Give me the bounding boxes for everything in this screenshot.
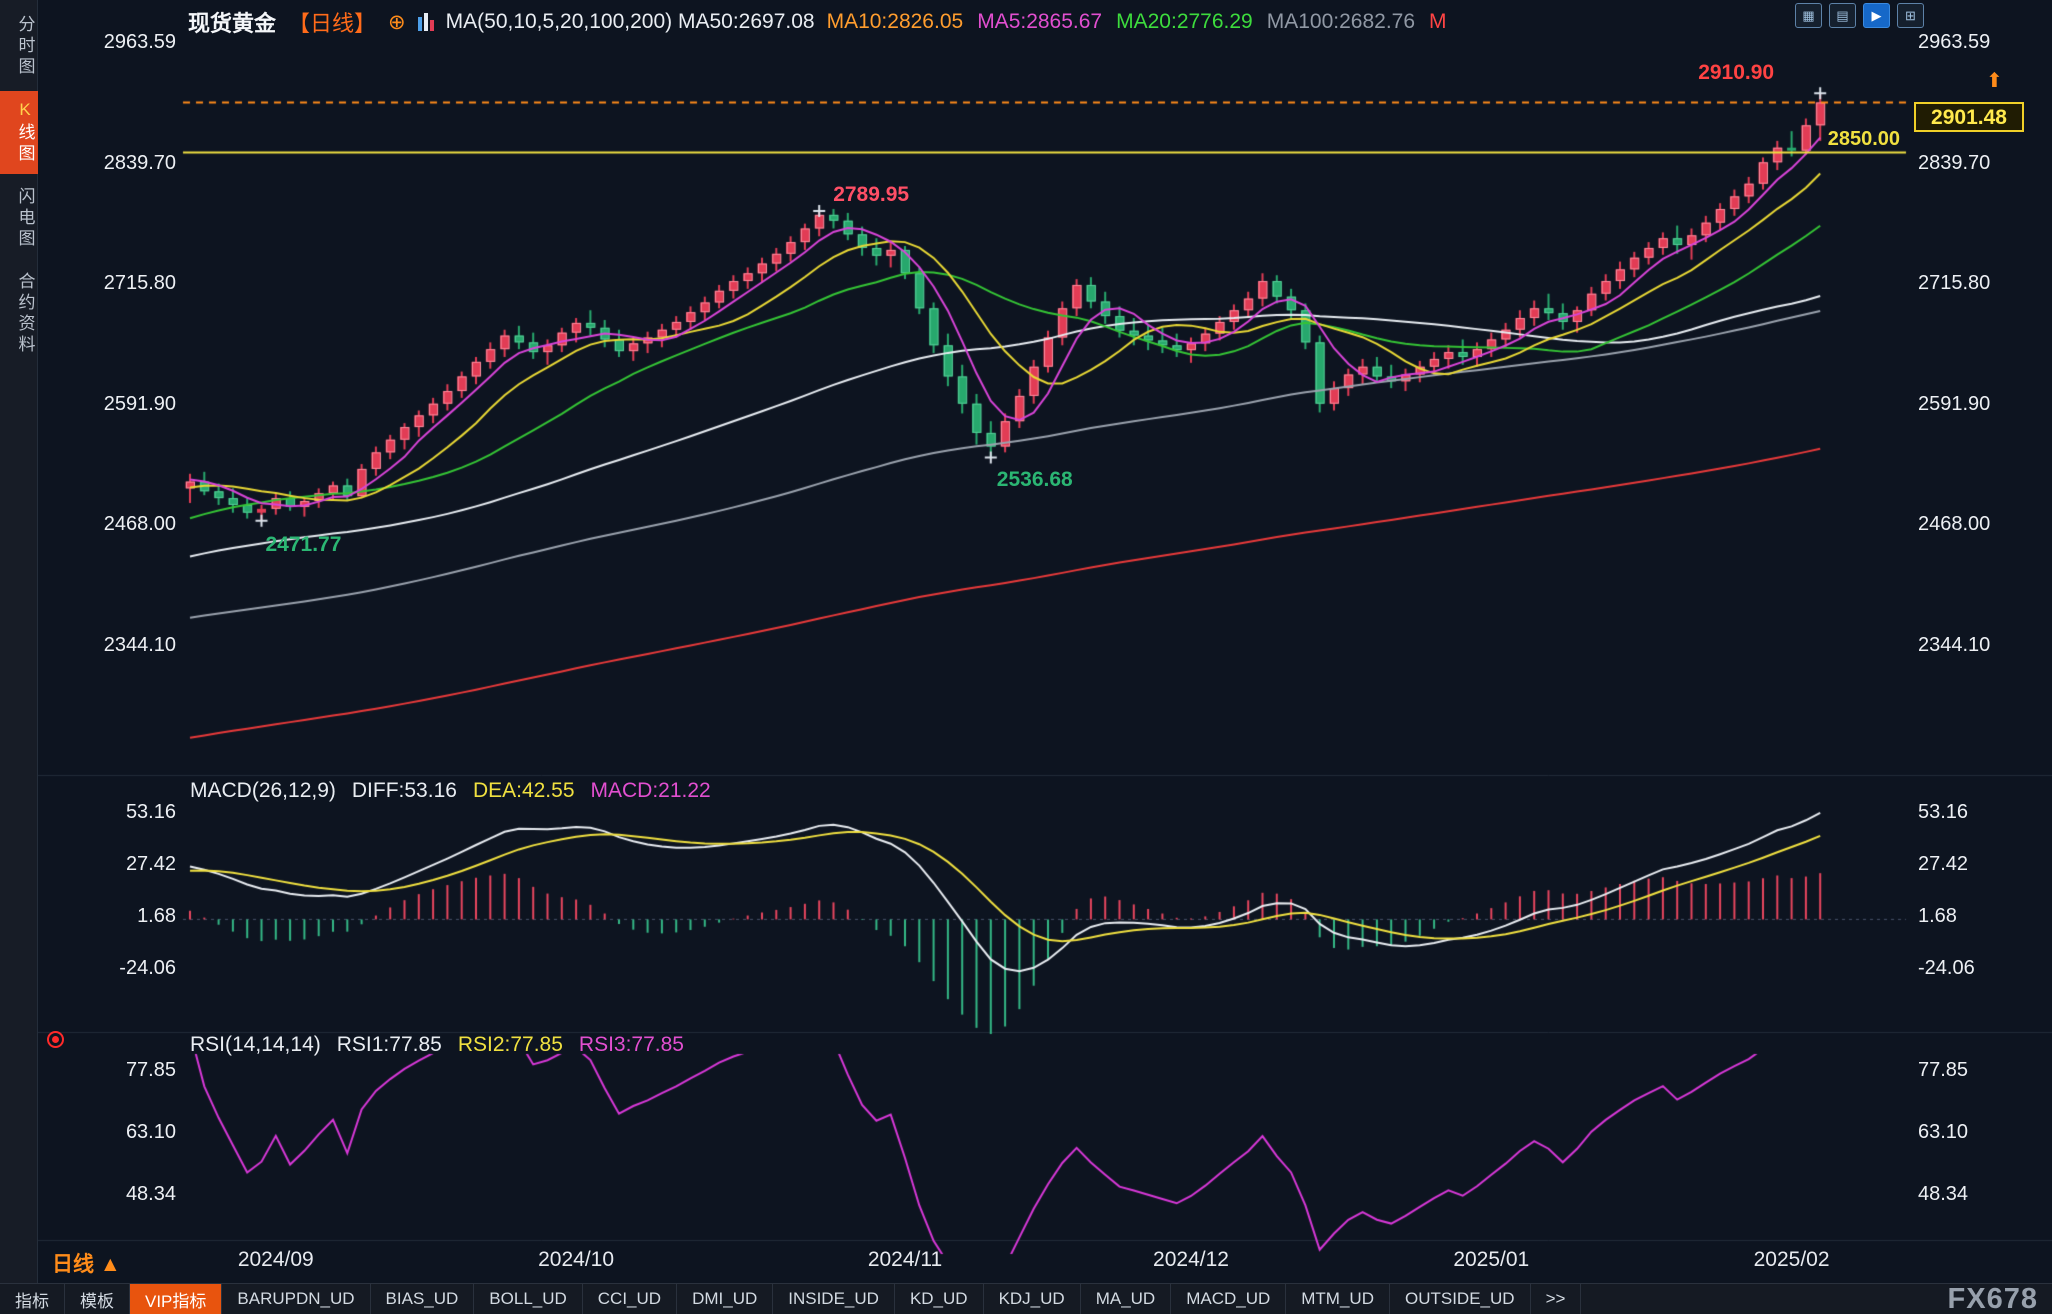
ma-value-2: MA20:2776.29 xyxy=(1116,10,1253,34)
toolbar-tab-指标[interactable]: 指标 xyxy=(0,1284,65,1314)
price-axis-label: 2963.59 xyxy=(1918,30,2013,54)
price-axis-label: 53.16 xyxy=(96,800,176,824)
toolbar-tab-INSIDE_UD[interactable]: INSIDE_UD xyxy=(773,1284,895,1314)
sidebar-item-kline-chart[interactable]: K线图 xyxy=(0,91,38,174)
macd-dea-value: DEA:42.55 xyxy=(473,779,575,803)
price-axis-label: 2839.70 xyxy=(96,151,176,175)
toolbar-tab-BIAS_UD[interactable]: BIAS_UD xyxy=(371,1284,475,1314)
rsi3-value: RSI3:77.85 xyxy=(579,1033,684,1057)
price-axis-label: 2344.10 xyxy=(96,633,176,657)
ma-values: MA10:2826.05 MA5:2865.67 MA20:2776.29 MA100… xyxy=(827,10,1447,34)
chart-layout-icons: ▦ ▤ ▶ ⊞ xyxy=(1795,3,1924,28)
macd-params: MACD(26,12,9) xyxy=(190,779,336,803)
price-annotation: 2471.77 xyxy=(266,533,342,557)
ma-value-4: M xyxy=(1429,10,1447,34)
toolbar-tab->>[interactable]: >> xyxy=(1531,1284,1582,1314)
toolbar-tab-BOLL_UD[interactable]: BOLL_UD xyxy=(474,1284,582,1314)
toolbar-tab-模板[interactable]: 模板 xyxy=(65,1284,130,1314)
indicator-settings-icon[interactable] xyxy=(47,1031,64,1048)
price-annotation: 2910.90 xyxy=(1698,61,1774,85)
macd-macd-value: MACD:21.22 xyxy=(591,779,711,803)
price-axis-label: 27.42 xyxy=(1918,852,2013,876)
trading-app: 分时图 K线图闪电图合约资料 现货黄金 【日线】 ⊕ MA(50,10,5,20,… xyxy=(0,0,2052,1314)
chart-header: 现货黄金 【日线】 ⊕ MA(50,10,5,20,100,200) MA50:… xyxy=(188,6,1447,38)
price-axis-label: 2468.00 xyxy=(1918,512,2013,536)
macd-label-row: MACD(26,12,9) DIFF:53.16 DEA:42.55 MACD:… xyxy=(190,779,711,803)
new-window-icon[interactable]: ⊞ xyxy=(1897,3,1924,28)
price-axis-label: 2591.90 xyxy=(96,392,176,416)
toolbar-tab-MACD_UD[interactable]: MACD_UD xyxy=(1171,1284,1286,1314)
sidebar-item-time-chart[interactable]: 分时图 xyxy=(0,6,38,87)
macd-diff-value: DIFF:53.16 xyxy=(352,779,457,803)
price-axis-label: 77.85 xyxy=(96,1058,176,1082)
price-line-label: 2850.00 xyxy=(1800,128,1900,151)
rsi1-value: RSI1:77.85 xyxy=(337,1033,442,1057)
sidebar: 分时图 K线图闪电图合约资料 xyxy=(0,0,38,1283)
chart-type-icon[interactable] xyxy=(418,13,434,31)
toolbar-tab-VIP指标[interactable]: VIP指标 xyxy=(130,1284,222,1314)
price-axis-label: 2591.90 xyxy=(1918,392,2013,416)
last-price-tag: 2901.48 xyxy=(1914,102,2024,132)
rsi2-value: RSI2:77.85 xyxy=(458,1033,563,1057)
price-axis-label: 48.34 xyxy=(1918,1182,2013,1206)
toolbar-tab-DMI_UD[interactable]: DMI_UD xyxy=(677,1284,773,1314)
timeframe-selector[interactable]: 日线 ▲ xyxy=(52,1248,121,1278)
time-axis-label: 2024/10 xyxy=(506,1248,646,1272)
toolbar-tab-KD_UD[interactable]: KD_UD xyxy=(895,1284,984,1314)
time-axis-label: 2024/11 xyxy=(835,1248,975,1272)
toolbar-tab-MA_UD[interactable]: MA_UD xyxy=(1081,1284,1172,1314)
price-axis-label: 2715.80 xyxy=(1918,271,2013,295)
price-axis-label: -24.06 xyxy=(1918,956,2013,980)
symbol-name: 现货黄金 xyxy=(188,6,276,38)
latest-arrow-icon[interactable]: ⬆ xyxy=(1986,68,2003,93)
split-layout-icon[interactable]: ▤ xyxy=(1829,3,1856,28)
time-axis-label: 2025/01 xyxy=(1421,1248,1561,1272)
bottom-toolbar: 指标模板VIP指标BARUPDN_UDBIAS_UDBOLL_UDCCI_UDD… xyxy=(0,1283,2052,1314)
price-axis-label: 53.16 xyxy=(1918,800,2013,824)
time-axis-label: 2024/09 xyxy=(206,1248,346,1272)
price-axis-label: 1.68 xyxy=(1918,904,2013,928)
price-axis-label: 27.42 xyxy=(96,852,176,876)
period-tag[interactable]: 【日线】 xyxy=(288,6,376,38)
toolbar-tab-CCI_UD[interactable]: CCI_UD xyxy=(583,1284,677,1314)
rsi-label-row: RSI(14,14,14) RSI1:77.85 RSI2:77.85 RSI3… xyxy=(190,1033,684,1057)
price-axis-label: 2344.10 xyxy=(1918,633,2013,657)
accent-char: K xyxy=(16,100,35,123)
price-annotation: 2789.95 xyxy=(833,183,909,207)
time-axis-label: 2024/12 xyxy=(1121,1248,1261,1272)
ma-value-0: MA10:2826.05 xyxy=(827,10,964,34)
chart-canvas[interactable] xyxy=(0,0,2052,1314)
price-axis-label: 77.85 xyxy=(1918,1058,2013,1082)
sidebar-item-tick-chart[interactable]: 闪电图 xyxy=(0,178,38,259)
price-axis-label: 63.10 xyxy=(1918,1120,2013,1144)
brand-watermark: FX678 xyxy=(1948,1283,2038,1314)
ma-value-3: MA100:2682.76 xyxy=(1267,10,1415,34)
play-forward-icon[interactable]: ▶ xyxy=(1863,3,1890,28)
toolbar-tab-OUTSIDE_UD[interactable]: OUTSIDE_UD xyxy=(1390,1284,1531,1314)
price-axis-label: 1.68 xyxy=(96,904,176,928)
price-annotation: 2536.68 xyxy=(997,468,1073,492)
grid-layout-icon[interactable]: ▦ xyxy=(1795,3,1822,28)
price-axis-label: 2715.80 xyxy=(96,271,176,295)
price-axis-label: 2963.59 xyxy=(96,30,176,54)
price-axis-label: -24.06 xyxy=(96,956,176,980)
price-axis-label: 48.34 xyxy=(96,1182,176,1206)
toolbar-tab-MTM_UD[interactable]: MTM_UD xyxy=(1286,1284,1390,1314)
ma-value-1: MA5:2865.67 xyxy=(977,10,1102,34)
price-axis-label: 2839.70 xyxy=(1918,151,2013,175)
plus-circle-icon[interactable]: ⊕ xyxy=(388,10,406,35)
ma-settings-label: MA(50,10,5,20,100,200) MA50:2697.08 xyxy=(446,10,815,34)
time-axis-label: 2025/02 xyxy=(1722,1248,1862,1272)
price-axis-label: 2468.00 xyxy=(96,512,176,536)
rsi-params: RSI(14,14,14) xyxy=(190,1033,321,1057)
toolbar-tab-BARUPDN_UD[interactable]: BARUPDN_UD xyxy=(222,1284,370,1314)
toolbar-tab-KDJ_UD[interactable]: KDJ_UD xyxy=(984,1284,1081,1314)
sidebar-item-contract-info[interactable]: 合约资料 xyxy=(0,263,38,365)
price-axis-label: 63.10 xyxy=(96,1120,176,1144)
